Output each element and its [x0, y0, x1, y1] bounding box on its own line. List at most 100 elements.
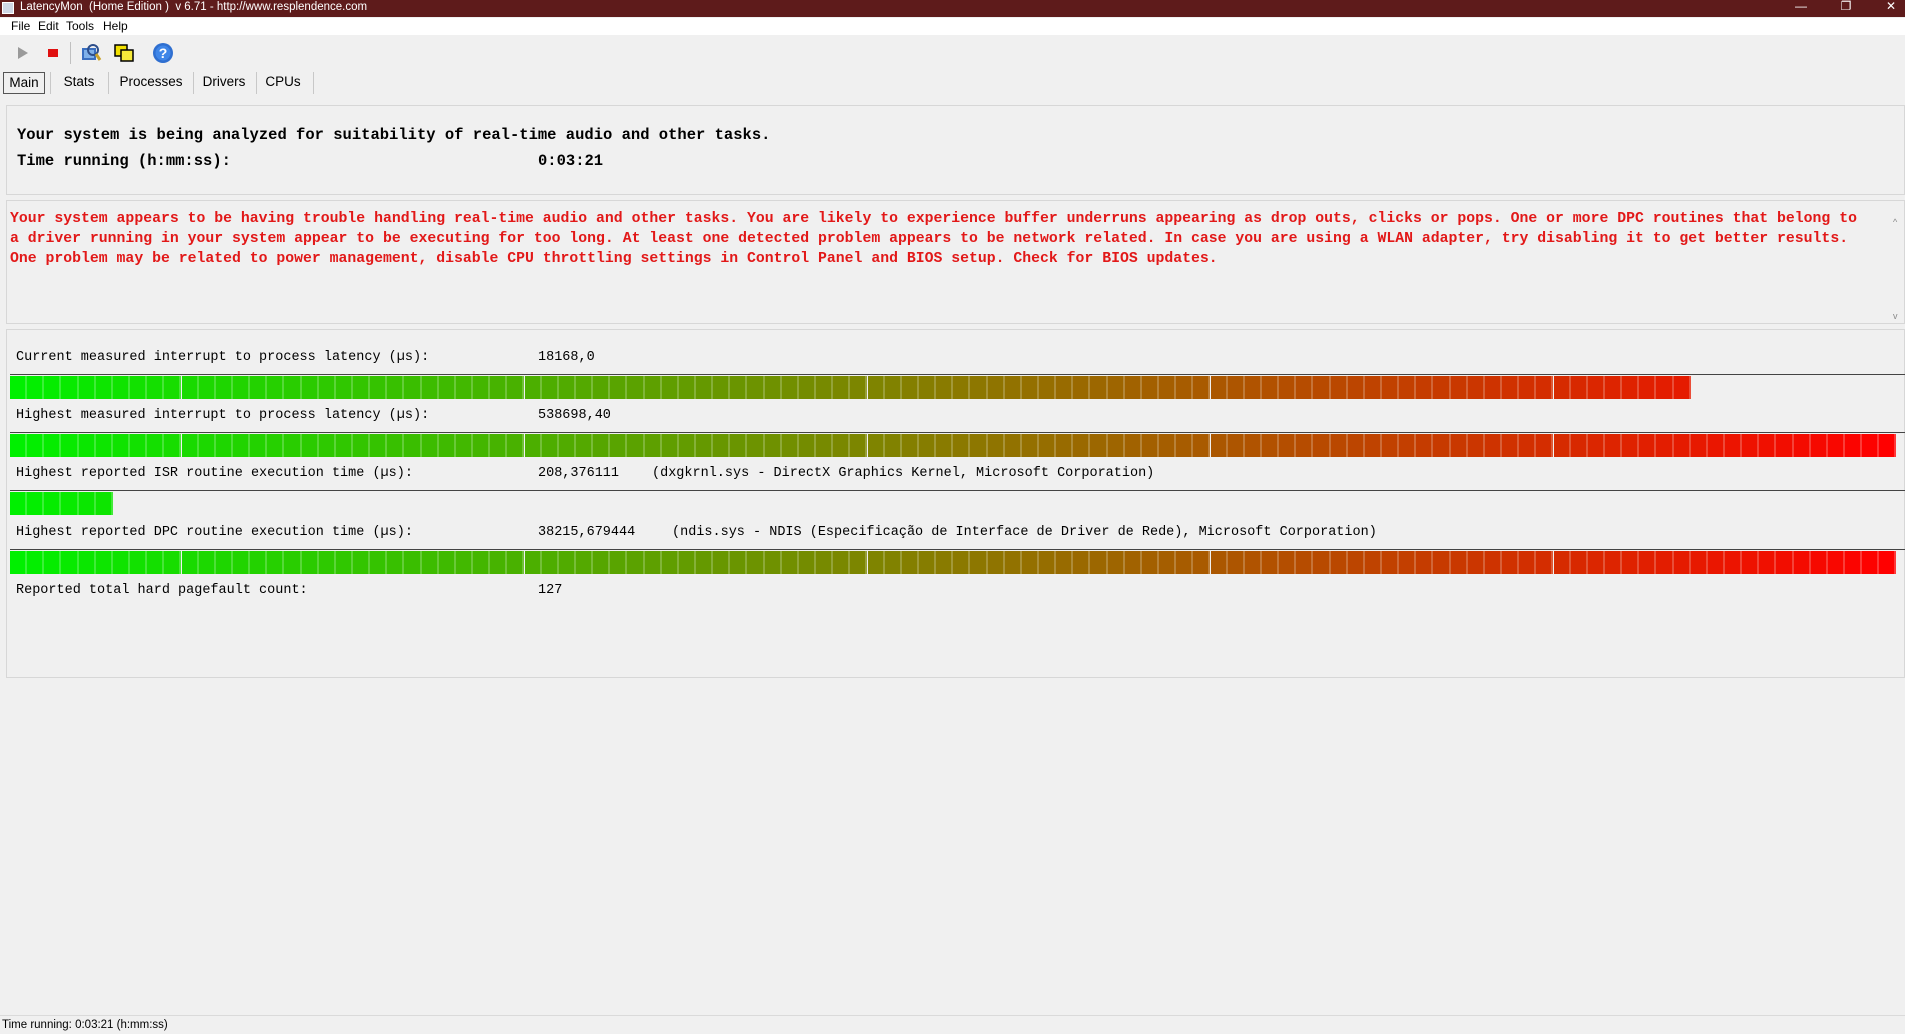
bar-segment: [78, 492, 96, 515]
bar-segment: [1090, 551, 1108, 574]
bar-segment: [1502, 376, 1520, 399]
bar-segment: [44, 434, 62, 457]
bar-segment: [593, 551, 611, 574]
bar-segment: [558, 376, 576, 399]
menu-bar: File Edit Tools Help: [0, 18, 1905, 35]
bar-segment: [1879, 434, 1897, 457]
bar-segment: [95, 492, 113, 515]
bar-segment: [1416, 434, 1434, 457]
menu-tools[interactable]: Tools: [66, 19, 94, 33]
start-button[interactable]: [9, 40, 35, 66]
windows-button[interactable]: [111, 40, 137, 66]
bar-segment: [1073, 434, 1091, 457]
tab-separator: [193, 72, 194, 94]
bar-segment: [1570, 376, 1588, 399]
close-button[interactable]: ✕: [1868, 0, 1905, 14]
bar-segment: [558, 434, 576, 457]
bar-segment: [1810, 434, 1828, 457]
bar-segment: [867, 434, 885, 457]
bar-segment: [1536, 376, 1554, 399]
bar-segment: [1759, 434, 1777, 457]
scroll-down-arrow[interactable]: v: [1893, 311, 1898, 321]
tab-stats[interactable]: Stats: [58, 72, 100, 92]
warning-panel: Your system appears to be having trouble…: [6, 200, 1905, 324]
bar-segment: [987, 434, 1005, 457]
bar-segment: [1176, 434, 1194, 457]
warning-scrollbar[interactable]: ^ v: [1890, 201, 1904, 323]
scroll-up-arrow[interactable]: ^: [1893, 217, 1897, 227]
bar-segment: [198, 434, 216, 457]
restore-button[interactable]: ❐: [1823, 0, 1869, 14]
bar-segment: [164, 376, 182, 399]
bar-segment: [1073, 376, 1091, 399]
tab-separator: [50, 72, 51, 94]
bar-segment: [387, 434, 405, 457]
bar-segment: [1399, 376, 1417, 399]
bar-segment: [764, 434, 782, 457]
bar-segment: [1056, 551, 1074, 574]
bar-segment: [953, 434, 971, 457]
bar-segment: [1450, 434, 1468, 457]
menu-file[interactable]: File: [11, 19, 30, 33]
bar-segment: [44, 376, 62, 399]
bar-segment: [575, 434, 594, 457]
bar-segment: [833, 551, 851, 574]
tab-main[interactable]: Main: [3, 72, 45, 94]
dpc-time-label: Highest reported DPC routine execution t…: [16, 525, 413, 540]
bar-segment: [112, 376, 131, 399]
bar-segment: [181, 376, 199, 399]
bar-segment: [490, 434, 508, 457]
bar-segment: [816, 376, 834, 399]
bar-segment: [370, 551, 388, 574]
bar-segment: [1553, 376, 1571, 399]
bar-segment: [764, 551, 782, 574]
bar-segment: [970, 551, 988, 574]
help-button[interactable]: ?: [150, 40, 176, 66]
bar-segment: [455, 551, 474, 574]
bar-segment: [1467, 551, 1485, 574]
search-driver-icon: [82, 44, 102, 61]
bar-segment: [404, 376, 422, 399]
bar-segment: [1090, 376, 1108, 399]
bar-segment: [27, 551, 45, 574]
menu-edit[interactable]: Edit: [38, 19, 59, 33]
bar-segment: [730, 376, 748, 399]
driver-search-button[interactable]: [78, 40, 104, 66]
bar-segment: [44, 551, 62, 574]
stop-button[interactable]: [40, 40, 66, 66]
bar-segment: [1673, 434, 1691, 457]
bar-segment: [1433, 434, 1451, 457]
bar-segment: [370, 376, 388, 399]
bar-segment: [1810, 551, 1828, 574]
bar-segment: [301, 434, 319, 457]
bar-segment: [1433, 376, 1451, 399]
bar-segment: [473, 376, 491, 399]
bar-segment: [936, 551, 954, 574]
bar-segment: [747, 551, 765, 574]
bar-segment: [884, 376, 902, 399]
bar-segment: [678, 376, 696, 399]
tab-processes[interactable]: Processes: [116, 72, 186, 92]
bar-segment: [215, 376, 233, 399]
tab-drivers[interactable]: Drivers: [199, 72, 249, 92]
bar-segment: [524, 434, 542, 457]
bar-segment: [1656, 551, 1674, 574]
bar-segment: [1159, 551, 1177, 574]
current-latency-label: Current measured interrupt to process la…: [16, 350, 430, 365]
bar-segment: [1261, 376, 1280, 399]
bar-segment: [1862, 434, 1880, 457]
bar-segment: [1862, 551, 1880, 574]
bar-segment: [713, 551, 731, 574]
bar-segment: [1450, 551, 1468, 574]
bar-segment: [1570, 434, 1588, 457]
menu-help[interactable]: Help: [103, 19, 128, 33]
bar-segment: [95, 376, 113, 399]
bar-segment: [1210, 551, 1228, 574]
bar-segment: [1725, 434, 1743, 457]
minimize-button[interactable]: —: [1778, 0, 1824, 14]
tab-cpus[interactable]: CPUs: [263, 72, 303, 92]
bar-segment: [1656, 376, 1674, 399]
bar-segment: [1124, 551, 1142, 574]
bar-segment: [1707, 434, 1725, 457]
bar-segment: [1639, 551, 1657, 574]
